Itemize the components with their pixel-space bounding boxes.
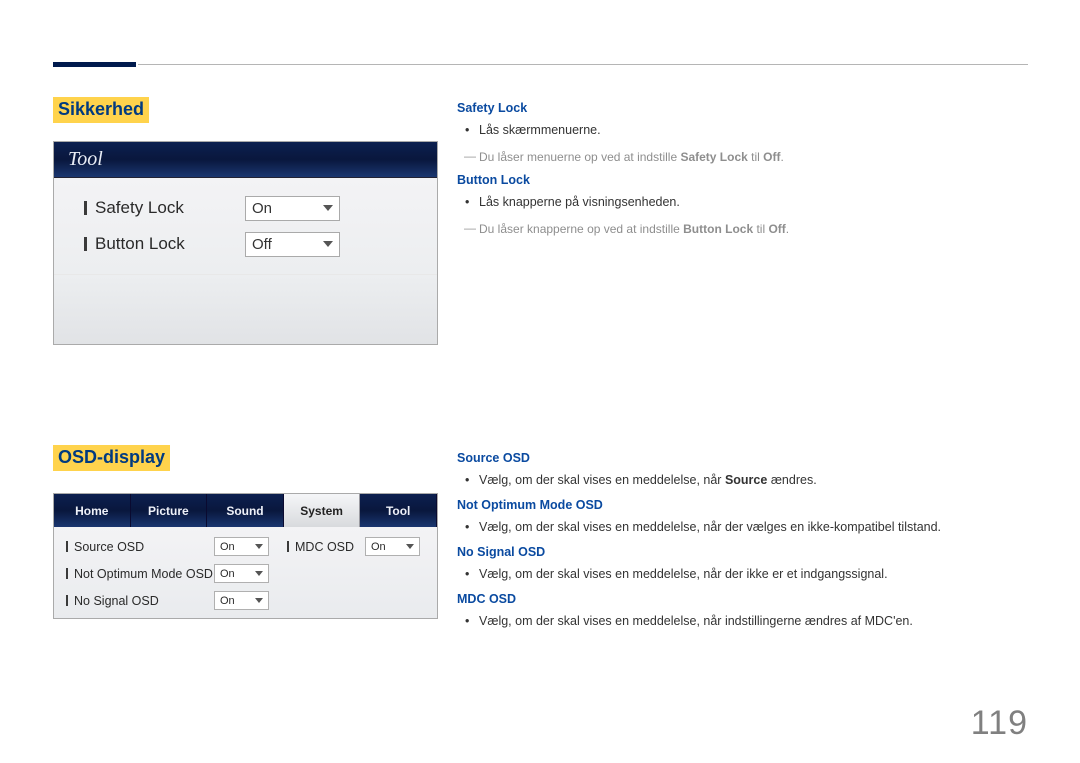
- tool-panel: Tool Safety Lock On Button Lock Off: [53, 141, 438, 345]
- osd-row: Source OSD On MDC OSD On: [66, 533, 429, 560]
- tool-row-button-lock: Button Lock Off: [84, 226, 427, 262]
- select-mdc-osd[interactable]: On: [365, 537, 420, 556]
- tab-home[interactable]: Home: [54, 494, 131, 527]
- row-marker-icon: [84, 237, 87, 251]
- select-source-osd[interactable]: On: [214, 537, 269, 556]
- tab-tool[interactable]: Tool: [360, 494, 437, 527]
- select-value: On: [371, 541, 386, 553]
- chevron-down-icon: [323, 205, 333, 211]
- desc-list: Vælg, om der skal vises en meddelelse, n…: [457, 564, 1027, 584]
- row-marker-icon: [66, 595, 68, 606]
- bullet-text: ændres.: [767, 473, 816, 487]
- note-text: til: [753, 222, 768, 236]
- row-marker-icon: [287, 541, 289, 552]
- desc-bullet: Lås skærmmenuerne.: [479, 120, 1027, 140]
- label-no-signal: No Signal OSD: [74, 594, 214, 608]
- label-mdc-osd: MDC OSD: [295, 540, 365, 554]
- heading-osd-display: OSD-display: [53, 445, 170, 471]
- section-osd-left: OSD-display Home Picture Sound System To…: [53, 445, 443, 619]
- osd-row: Not Optimum Mode OSD On: [66, 560, 429, 587]
- section-osd-right: Source OSD Vælg, om der skal vises en me…: [457, 449, 1027, 639]
- tab-system[interactable]: System: [284, 494, 361, 527]
- desc-bullet: Lås knapperne på visningsenheden.: [479, 192, 1027, 212]
- select-button-lock[interactable]: Off: [245, 232, 340, 257]
- section-sikkerhed-left: Sikkerhed Tool Safety Lock On Button Loc…: [53, 97, 443, 345]
- select-no-signal[interactable]: On: [214, 591, 269, 610]
- desc-bullet: Vælg, om der skal vises en meddelelse, n…: [479, 517, 1027, 537]
- desc-note-safety-lock: Du låser menuerne op ved at indstille Sa…: [457, 148, 1027, 166]
- desc-list: Vælg, om der skal vises en meddelelse, n…: [457, 517, 1027, 537]
- tool-row-safety-lock: Safety Lock On: [84, 190, 427, 226]
- label-source-osd: Source OSD: [74, 540, 214, 554]
- tool-panel-spacer: [54, 274, 437, 344]
- select-value: On: [220, 595, 235, 607]
- note-text: Du låser knapperne op ved at indstille: [479, 222, 683, 236]
- chevron-down-icon: [255, 544, 263, 549]
- tool-panel-body: Safety Lock On Button Lock Off: [54, 178, 437, 274]
- desc-heading-mdc-osd: MDC OSD: [457, 592, 1027, 606]
- page-number: 119: [971, 704, 1028, 743]
- desc-heading-no-signal: No Signal OSD: [457, 545, 1027, 559]
- select-value: On: [220, 541, 235, 553]
- osd-row: No Signal OSD On: [66, 587, 429, 614]
- section-sikkerhed-right: Safety Lock Lås skærmmenuerne. Du låser …: [457, 99, 1027, 245]
- desc-heading-safety-lock: Safety Lock: [457, 101, 1027, 115]
- bullet-text: Vælg, om der skal vises en meddelelse, n…: [479, 473, 725, 487]
- note-bold: Button Lock: [683, 222, 753, 236]
- row-marker-icon: [84, 201, 87, 215]
- tab-picture[interactable]: Picture: [131, 494, 208, 527]
- header-rule-thick: [53, 62, 136, 67]
- select-not-optimum[interactable]: On: [214, 564, 269, 583]
- note-text: .: [786, 222, 789, 236]
- note-bold: Off: [763, 150, 780, 164]
- osd-panel: Home Picture Sound System Tool Source OS…: [53, 493, 438, 619]
- osd-body: Source OSD On MDC OSD On Not Optimum Mod…: [54, 527, 437, 618]
- desc-list: Vælg, om der skal vises en meddelelse, n…: [457, 470, 1027, 490]
- tool-panel-title: Tool: [54, 142, 437, 178]
- chevron-down-icon: [323, 241, 333, 247]
- desc-list: Vælg, om der skal vises en meddelelse, n…: [457, 611, 1027, 631]
- desc-heading-source-osd: Source OSD: [457, 451, 1027, 465]
- note-text: til: [748, 150, 763, 164]
- chevron-down-icon: [406, 544, 414, 549]
- chevron-down-icon: [255, 571, 263, 576]
- desc-bullet: Vælg, om der skal vises en meddelelse, n…: [479, 611, 1027, 631]
- desc-bullet: Vælg, om der skal vises en meddelelse, n…: [479, 470, 1027, 490]
- note-bold: Safety Lock: [680, 150, 747, 164]
- row-marker-icon: [66, 541, 68, 552]
- label-safety-lock: Safety Lock: [95, 198, 245, 218]
- header-rule-thin: [138, 64, 1028, 65]
- select-safety-lock-value: On: [252, 200, 272, 217]
- note-text: .: [780, 150, 783, 164]
- select-value: On: [220, 568, 235, 580]
- desc-heading-button-lock: Button Lock: [457, 173, 1027, 187]
- note-text: Du låser menuerne op ved at indstille: [479, 150, 680, 164]
- desc-bullet: Vælg, om der skal vises en meddelelse, n…: [479, 564, 1027, 584]
- desc-list: Lås skærmmenuerne.: [457, 120, 1027, 140]
- chevron-down-icon: [255, 598, 263, 603]
- note-bold: Off: [768, 222, 785, 236]
- desc-heading-not-optimum: Not Optimum Mode OSD: [457, 498, 1027, 512]
- select-button-lock-value: Off: [252, 236, 272, 253]
- tab-sound[interactable]: Sound: [207, 494, 284, 527]
- bullet-bold: Source: [725, 473, 767, 487]
- desc-list: Lås knapperne på visningsenheden.: [457, 192, 1027, 212]
- row-marker-icon: [66, 568, 68, 579]
- osd-tabs: Home Picture Sound System Tool: [54, 494, 437, 527]
- heading-sikkerhed: Sikkerhed: [53, 97, 149, 123]
- select-safety-lock[interactable]: On: [245, 196, 340, 221]
- desc-note-button-lock: Du låser knapperne op ved at indstille B…: [457, 220, 1027, 238]
- label-not-optimum: Not Optimum Mode OSD: [74, 567, 214, 581]
- label-button-lock: Button Lock: [95, 234, 245, 254]
